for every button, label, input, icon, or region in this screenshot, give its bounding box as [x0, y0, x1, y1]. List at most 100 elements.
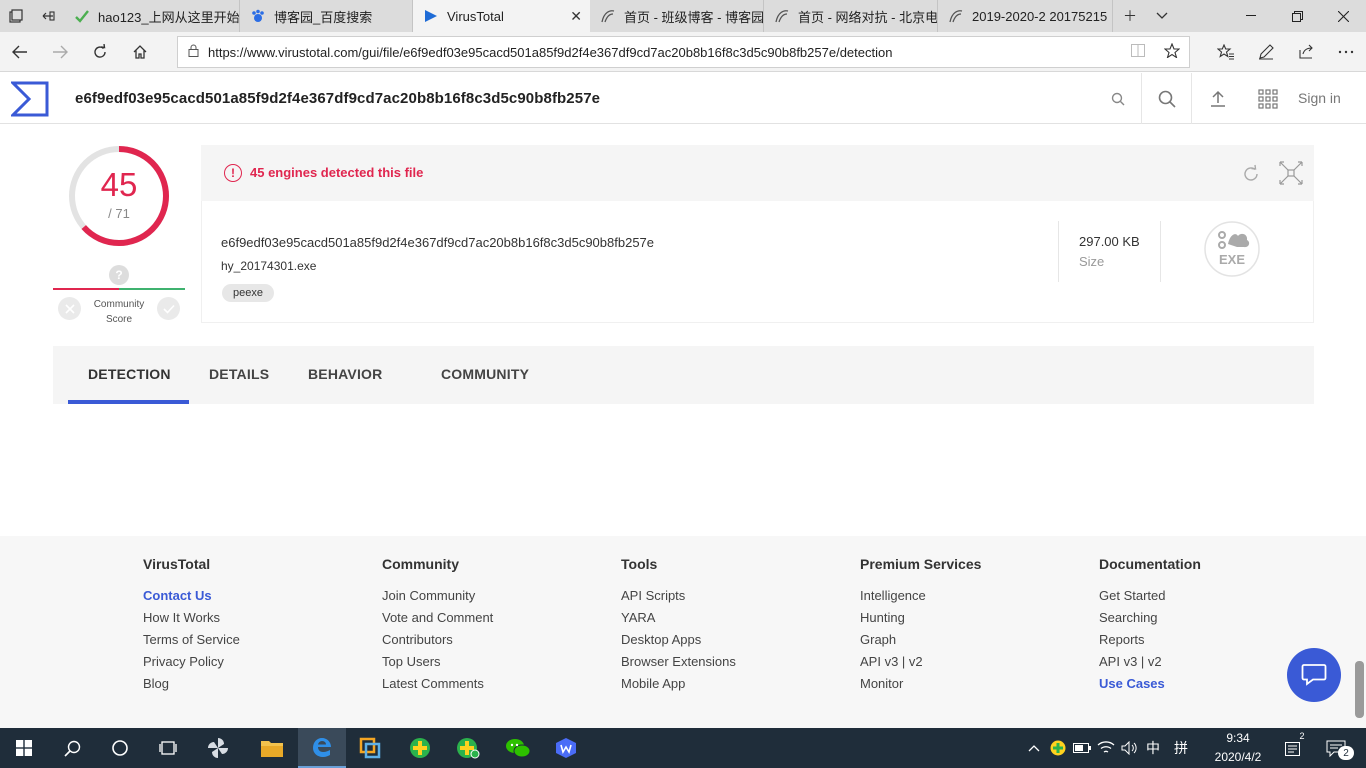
share-icon[interactable]: [1288, 36, 1324, 68]
pinwheel-app-icon[interactable]: [194, 728, 242, 768]
footer-link-top-users[interactable]: Top Users: [382, 653, 493, 675]
file-hash[interactable]: e6f9edf03e95cacd501a85f9d2f4e367df9cd7ac…: [221, 235, 654, 250]
browser-tab[interactable]: 首页 - 班级博客 - 博客园: [590, 0, 764, 32]
more-icon[interactable]: [1328, 36, 1364, 68]
tab-community[interactable]: COMMUNITY: [441, 366, 529, 382]
vote-harmless-icon[interactable]: [157, 297, 180, 320]
favorites-hub-icon[interactable]: [1208, 36, 1244, 68]
footer-link-docs-api[interactable]: API v3 | v2: [1099, 653, 1201, 675]
footer-link-api[interactable]: API v3 | v2: [860, 653, 981, 675]
footer-link-graph[interactable]: Graph: [860, 631, 981, 653]
ime-language-indicator[interactable]: 中: [1142, 728, 1164, 768]
show-hidden-icons-chevron-icon[interactable]: [1024, 728, 1044, 768]
search-icon[interactable]: [1100, 73, 1136, 124]
wechat-icon[interactable]: [494, 728, 542, 768]
start-windows-icon[interactable]: [0, 728, 48, 768]
restore-icon[interactable]: [1274, 0, 1320, 32]
file-tag[interactable]: peexe: [222, 284, 274, 302]
browser-tab-title: VirusTotal: [447, 8, 504, 24]
community-score-unknown-icon: ?: [109, 265, 129, 285]
apps-grid-icon[interactable]: [1250, 73, 1286, 124]
search-button-icon[interactable]: [1141, 73, 1192, 124]
footer-link-desktop-apps[interactable]: Desktop Apps: [621, 631, 736, 653]
footer-link-intelligence[interactable]: Intelligence: [860, 587, 981, 609]
url-text[interactable]: https://www.virustotal.com/gui/file/e6f9…: [208, 45, 1121, 60]
reanalyze-icon[interactable]: [1239, 162, 1263, 186]
footer-link-monitor[interactable]: Monitor: [860, 675, 981, 697]
footer-link-blog[interactable]: Blog: [143, 675, 240, 697]
footer-link-privacy[interactable]: Privacy Policy: [143, 653, 240, 675]
browser-tab[interactable]: hao123_上网从这里开始: [64, 0, 240, 32]
lock-icon[interactable]: [178, 44, 208, 60]
upload-icon[interactable]: [1200, 73, 1236, 124]
360-security-icon[interactable]: [396, 728, 444, 768]
web-note-pen-icon[interactable]: [1248, 36, 1284, 68]
360-tray-icon[interactable]: [1047, 728, 1069, 768]
url-field[interactable]: https://www.virustotal.com/gui/file/e6f9…: [177, 36, 1190, 68]
footer-link-hunting[interactable]: Hunting: [860, 609, 981, 631]
footer-link-contributors[interactable]: Contributors: [382, 631, 493, 653]
vmware-icon[interactable]: [346, 728, 394, 768]
tab-behavior[interactable]: BEHAVIOR: [308, 366, 382, 382]
chat-button[interactable]: [1287, 648, 1341, 702]
wifi-icon[interactable]: [1095, 728, 1117, 768]
favorite-star-icon[interactable]: [1155, 42, 1189, 62]
360-browser-icon[interactable]: [444, 728, 492, 768]
tab-actions-icon[interactable]: [0, 0, 32, 32]
task-view-icon[interactable]: [144, 728, 192, 768]
home-icon[interactable]: [122, 36, 158, 68]
footer-link-reports[interactable]: Reports: [1099, 631, 1201, 653]
scrollbar-thumb[interactable]: [1355, 661, 1364, 718]
battery-icon[interactable]: [1071, 728, 1093, 768]
clock-date[interactable]: 2020/4/2: [1206, 750, 1270, 764]
ime-mode-indicator[interactable]: 拼: [1170, 728, 1192, 768]
footer-column-tools: Tools API Scripts YARA Desktop Apps Brow…: [621, 556, 736, 697]
footer-link-yara[interactable]: YARA: [621, 609, 736, 631]
virustotal-logo-icon[interactable]: [11, 81, 49, 117]
community-score-bar: [53, 288, 185, 290]
tab-detection[interactable]: DETECTION: [88, 366, 171, 382]
refresh-icon[interactable]: [82, 36, 118, 68]
close-window-icon[interactable]: [1320, 0, 1366, 32]
browser-tab[interactable]: 首页 - 网络对抗 - 北京电子科技学院: [764, 0, 938, 32]
minimize-icon[interactable]: [1228, 0, 1274, 32]
tab-details[interactable]: DETAILS: [209, 366, 269, 382]
forward-icon[interactable]: [42, 36, 78, 68]
footer-link-get-started[interactable]: Get Started: [1099, 587, 1201, 609]
set-tabs-aside-icon[interactable]: [32, 0, 64, 32]
footer-link-mobile-app[interactable]: Mobile App: [621, 675, 736, 697]
footer-link-use-cases[interactable]: Use Cases: [1099, 675, 1201, 697]
tab-preview-chevron-icon[interactable]: [1146, 0, 1178, 32]
clock-time[interactable]: 9:34: [1216, 731, 1260, 745]
graph-view-icon[interactable]: [1279, 161, 1303, 185]
footer-link-browser-extensions[interactable]: Browser Extensions: [621, 653, 736, 675]
volume-icon[interactable]: [1118, 728, 1140, 768]
browser-tab[interactable]: 2019-2020-2 20175215: [938, 0, 1113, 32]
footer-link-join-community[interactable]: Join Community: [382, 587, 493, 609]
footer-link-vote-comment[interactable]: Vote and Comment: [382, 609, 493, 631]
footer-link-terms[interactable]: Terms of Service: [143, 631, 240, 653]
browser-tab-title: 首页 - 网络对抗 - 北京电子科技学院: [798, 9, 937, 25]
footer-link-api-scripts[interactable]: API Scripts: [621, 587, 736, 609]
footer-link-searching[interactable]: Searching: [1099, 609, 1201, 631]
file-explorer-icon[interactable]: [248, 728, 296, 768]
reading-view-icon[interactable]: [1121, 43, 1155, 61]
footer-column-documentation: Documentation Get Started Searching Repo…: [1099, 556, 1201, 697]
detection-summary-text: 45 engines detected this file: [250, 165, 424, 180]
sign-in-link[interactable]: Sign in: [1298, 90, 1341, 106]
edge-browser-icon[interactable]: [298, 728, 346, 768]
new-tab-icon[interactable]: ＋: [1114, 0, 1146, 32]
back-icon[interactable]: [2, 36, 38, 68]
search-icon[interactable]: [48, 728, 96, 768]
browser-tab[interactable]: 博客园_百度搜索: [240, 0, 413, 32]
footer-link-how-it-works[interactable]: How It Works: [143, 609, 240, 631]
wps-office-icon[interactable]: [542, 728, 590, 768]
footer-link-contact-us[interactable]: Contact Us: [143, 587, 240, 609]
vote-malicious-icon[interactable]: [58, 297, 81, 320]
cortana-icon[interactable]: [96, 728, 144, 768]
browser-tab-active[interactable]: VirusTotal ✕: [413, 0, 590, 32]
close-tab-icon[interactable]: ✕: [570, 8, 582, 25]
footer-link-latest-comments[interactable]: Latest Comments: [382, 675, 493, 697]
browser-tab-title: 博客园_百度搜索: [274, 9, 373, 25]
detection-count: 45: [100, 166, 138, 203]
